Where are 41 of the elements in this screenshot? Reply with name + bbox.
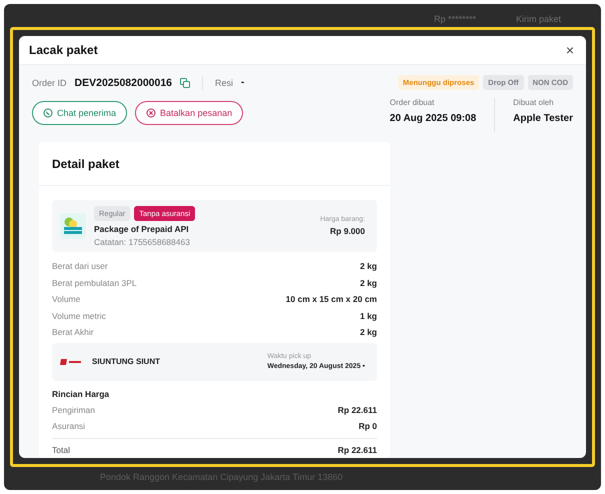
spec-value: 2 kg: [360, 278, 377, 288]
package-image-icon: [60, 213, 86, 239]
send-package-link[interactable]: Kirim paket: [516, 14, 561, 24]
order-id-label: Order ID: [32, 78, 67, 88]
spec-value: 2 kg: [360, 327, 377, 338]
item-name: Package of Prepaid API: [94, 224, 189, 234]
meta-value: 20 Aug 2025 09:08: [390, 113, 476, 124]
balance-text: Rp ********: [434, 14, 476, 24]
spec-value: 10 cm x 15 cm x 20 cm: [286, 294, 377, 304]
spec-label: Volume metric: [52, 310, 106, 321]
resi-value: -: [241, 77, 244, 88]
order-id: DEV2025082000016: [74, 76, 172, 88]
spec-label: Berat Akhir: [52, 327, 94, 338]
cancel-button[interactable]: Batalkan pesanan: [135, 101, 244, 125]
meta-value: Apple Tester: [513, 113, 573, 124]
copy-icon[interactable]: [180, 78, 190, 88]
card-title: Detail paket: [52, 156, 120, 170]
close-button[interactable]: ×: [564, 42, 576, 58]
dialog-title: Lacak paket: [29, 43, 98, 57]
total-value: Rp 22.611: [338, 444, 377, 455]
cancel-icon: [146, 108, 156, 118]
whatsapp-icon: [43, 108, 53, 118]
item-note: Catatan: 1755658688463: [94, 236, 190, 246]
courier-logo-icon: [60, 358, 82, 366]
section-title: Rincian Harga: [52, 388, 110, 398]
total-label: Total: [52, 444, 70, 455]
spec-label: Berat dari user: [52, 261, 108, 272]
item-price: Rp 9.000: [330, 226, 365, 236]
courier-name: SIUNTUNG SIUNT: [92, 357, 160, 366]
resi-label: Resi: [215, 78, 234, 88]
price-row-value: Rp 22.611: [338, 404, 377, 415]
spec-value: 2 kg: [360, 261, 377, 272]
price-row-label: Asuransi: [52, 421, 86, 432]
spec-value: 1 kg: [360, 310, 377, 321]
meta-label: Order dibuat: [390, 98, 436, 107]
meta-label: Dibuat oleh: [513, 98, 555, 107]
spec-label: Berat pembulatan 3PL: [52, 278, 137, 288]
price-row-label: Pengiriman: [52, 404, 95, 415]
spec-label: Volume: [52, 294, 80, 304]
chat-button[interactable]: Chat penerima: [32, 101, 128, 125]
price-row-value: Rp 0: [358, 421, 377, 432]
